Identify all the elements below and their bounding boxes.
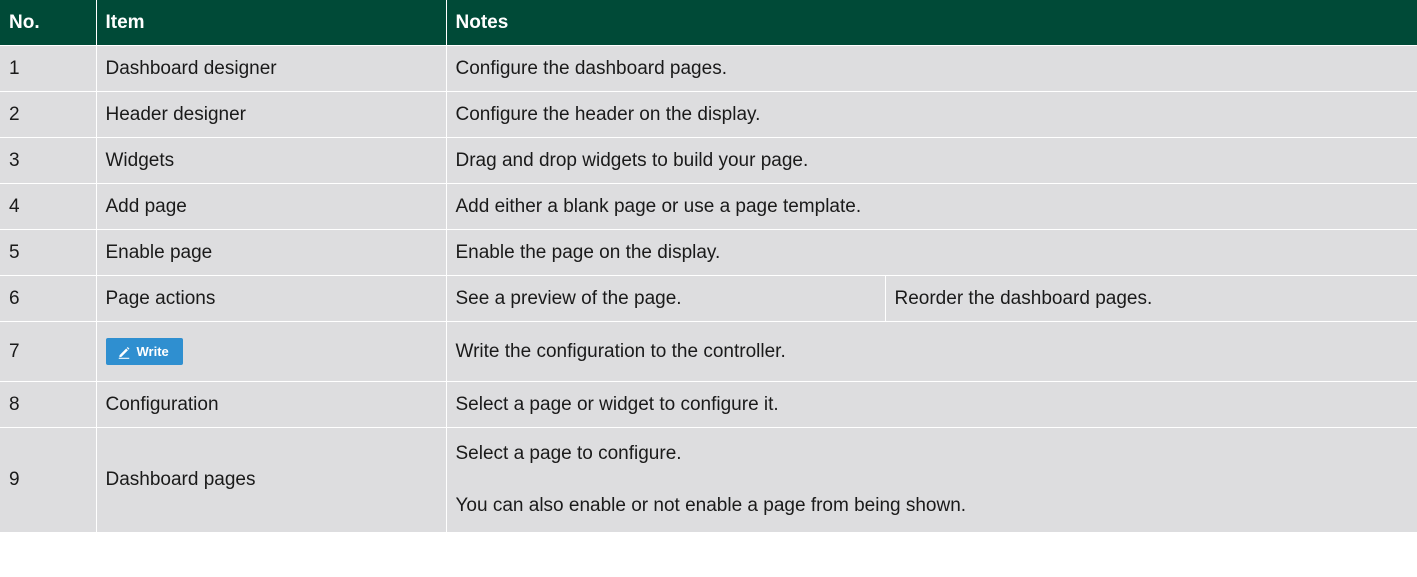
row-number: 8 [0,381,97,428]
table-row: 6 Page actions See a preview of the page… [0,275,1417,322]
write-button-label: Write [136,344,169,359]
row-item: Dashboard pages [96,427,447,532]
row-number: 9 [0,427,97,532]
row-notes-left: See a preview of the page. [447,276,886,321]
row-number: 7 [0,321,97,382]
row-notes: Select a page or widget to configure it. [446,381,1417,428]
table-row: 3 Widgets Drag and drop widgets to build… [0,137,1417,184]
row-notes: Write the configuration to the controlle… [446,321,1417,382]
notes-split-container: See a preview of the page. Reorder the d… [447,276,1417,321]
row-item: Write [96,321,447,382]
row-item: Add page [96,183,447,230]
column-header-no: No. [0,0,97,46]
row-item: Widgets [96,137,447,184]
row-notes: Configure the dashboard pages. [446,45,1417,92]
row-notes-split: See a preview of the page. Reorder the d… [446,275,1417,322]
row-notes: Add either a blank page or use a page te… [446,183,1417,230]
table-row: 9 Dashboard pages Select a page to confi… [0,427,1417,532]
row-number: 6 [0,275,97,322]
row-notes-line-1: Select a page to configure. [455,443,682,464]
table-row: 8 Configuration Select a page or widget … [0,381,1417,428]
row-number: 2 [0,91,97,138]
row-notes-line-2: You can also enable or not enable a page… [455,495,967,516]
row-item: Enable page [96,229,447,276]
row-number: 3 [0,137,97,184]
table-row: 4 Add page Add either a blank page or us… [0,183,1417,230]
row-number: 1 [0,45,97,92]
write-button[interactable]: Write [105,338,183,365]
row-item: Page actions [96,275,447,322]
table-row: 5 Enable page Enable the page on the dis… [0,229,1417,276]
items-table: No. Item Notes 1 Dashboard designer Conf… [0,0,1417,532]
row-notes: Drag and drop widgets to build your page… [446,137,1417,184]
row-notes: Select a page to configure. You can also… [446,427,1417,532]
row-number: 4 [0,183,97,230]
row-notes: Configure the header on the display. [446,91,1417,138]
row-item: Header designer [96,91,447,138]
row-number: 5 [0,229,97,276]
row-item: Dashboard designer [96,45,447,92]
column-header-item: Item [96,0,447,46]
row-notes: Enable the page on the display. [446,229,1417,276]
column-header-notes: Notes [446,0,1417,46]
row-item: Configuration [96,381,447,428]
table-header-row: No. Item Notes [0,0,1417,46]
table-row: 2 Header designer Configure the header o… [0,91,1417,138]
table-row: 7 Write Write the configuration to the c… [0,321,1417,382]
row-notes-right: Reorder the dashboard pages. [894,287,1153,309]
table-row: 1 Dashboard designer Configure the dashb… [0,45,1417,92]
pencil-icon [117,345,131,359]
